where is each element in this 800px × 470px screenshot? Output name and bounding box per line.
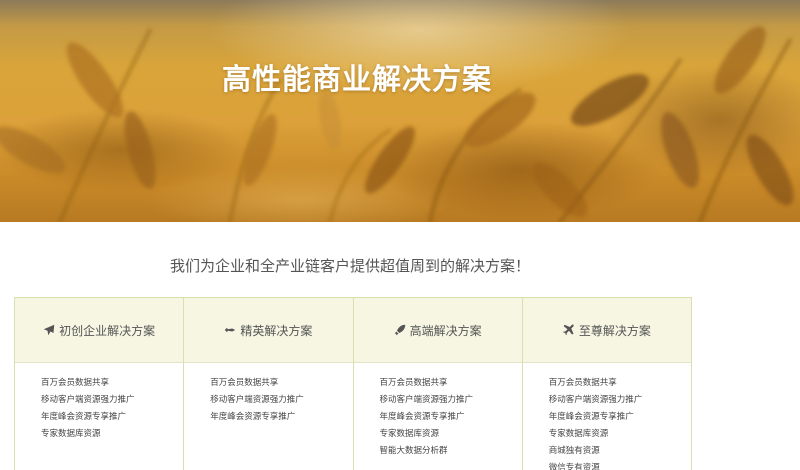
plan-header[interactable]: 至尊解决方案 [522,298,691,363]
plan-features: 百万会员数据共享 移动客户端资源强力推广 年度峰会资源专享推广 [184,363,352,426]
plan-card-startup[interactable]: 初创企业解决方案 百万会员数据共享 移动客户端资源强力推广 年度峰会资源专享推广… [15,298,185,470]
rocket-icon [394,324,406,336]
list-item: 专家数据库资源 [41,429,101,439]
plan-card-premium[interactable]: 高端解决方案 百万会员数据共享 移动客户端资源强力推广 年度峰会资源专享推广 专… [353,298,523,470]
hero-banner: 高性能商业解决方案 [0,0,800,222]
list-item: 移动客户端资源强力推广 [548,395,643,405]
airplane-icon [562,324,575,336]
plan-card-elite[interactable]: 精英解决方案 百万会员数据共享 移动客户端资源强力推广 年度峰会资源专享推广 [184,298,354,470]
list-item: 百万会员数据共享 [548,378,617,388]
list-item: 微信专有资源 [548,463,600,470]
list-item: 百万会员数据共享 [41,378,110,388]
hero-title: 高性能商业解决方案 [222,62,493,96]
list-item: 智能大数据分析群 [379,446,448,456]
wheat-field-image [0,26,794,222]
plan-header[interactable]: 高端解决方案 [353,298,522,363]
plan-header[interactable]: 精英解决方案 [184,298,353,363]
plan-header[interactable]: 初创企业解决方案 [15,298,184,363]
list-item: 年度峰会资源专享推广 [210,412,296,422]
plan-title: 初创企业解决方案 [59,323,156,338]
list-item: 专家数据库资源 [379,429,440,439]
list-item: 年度峰会资源专享推广 [548,412,634,422]
section-subtitle: 我们为企业和全产业链客户提供超值周到的解决方案！ [169,257,530,275]
plans-grid: 初创企业解决方案 百万会员数据共享 移动客户端资源强力推广 年度峰会资源专享推广… [14,297,692,470]
list-item: 移动客户端资源强力推广 [41,395,135,405]
plan-title: 精英解决方案 [240,323,313,338]
plan-title: 高端解决方案 [409,323,482,338]
list-item: 百万会员数据共享 [210,378,279,388]
list-item: 百万会员数据共享 [379,378,448,388]
plan-title: 至尊解决方案 [578,323,651,338]
plan-features: 百万会员数据共享 移动客户端资源强力推广 年度峰会资源专享推广 专家数据库资源 … [354,363,522,460]
fighter-jet-icon [224,324,236,336]
plan-features: 百万会员数据共享 移动客户端资源强力推广 年度峰会资源专享推广 专家数据库资源 … [523,363,691,470]
list-item: 年度峰会资源专享推广 [379,412,465,422]
page: 高性能商业解决方案 我们为企业和全产业链客户提供超值周到的解决方案！ 初创企业解… [0,0,800,470]
list-item: 移动客户端资源强力推广 [379,395,474,405]
plan-features: 百万会员数据共享 移动客户端资源强力推广 年度峰会资源专享推广 专家数据库资源 [15,363,183,443]
list-item: 年度峰会资源专享推广 [41,412,127,422]
list-item: 专家数据库资源 [548,429,609,439]
paper-plane-icon [43,324,55,336]
plan-card-supreme[interactable]: 至尊解决方案 百万会员数据共享 移动客户端资源强力推广 年度峰会资源专享推广 专… [522,298,692,470]
list-item: 移动客户端资源强力推广 [210,395,304,405]
list-item: 商城独有资源 [548,446,600,456]
